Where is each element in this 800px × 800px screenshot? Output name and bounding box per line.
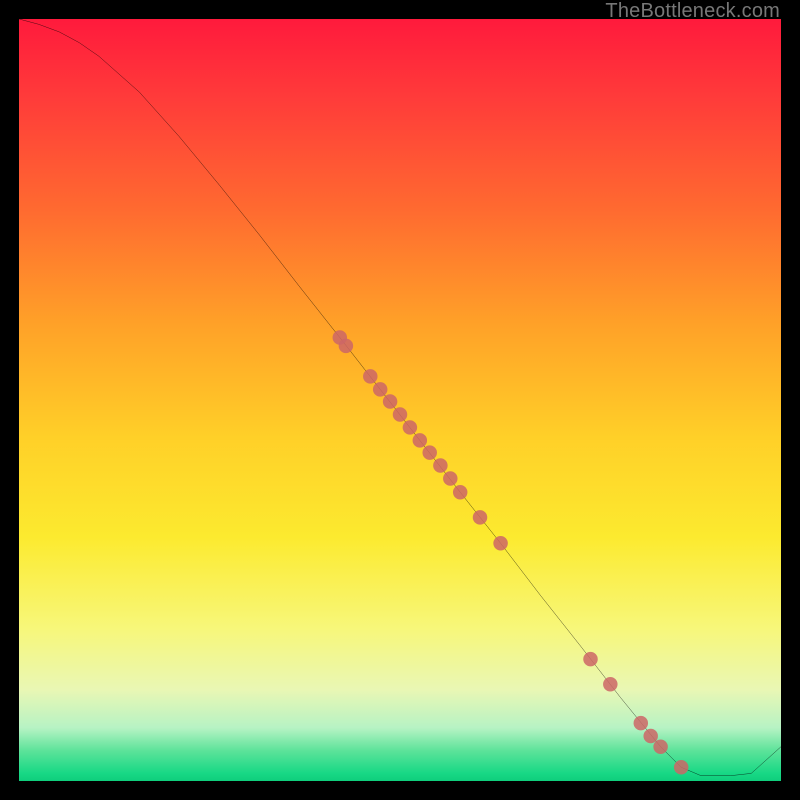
curve-marker [634, 716, 648, 730]
curve-marker [339, 339, 353, 353]
curve-marker [453, 485, 467, 499]
curve-marker [413, 433, 427, 447]
curve-marker [403, 420, 417, 434]
chart-svg [19, 19, 781, 781]
curve-marker [422, 445, 436, 459]
curve-line [19, 19, 781, 776]
curve-marker [443, 471, 457, 485]
curve-marker [603, 677, 617, 691]
plot-area [19, 19, 781, 781]
curve-marker [674, 760, 688, 774]
watermark-text: TheBottleneck.com [605, 0, 780, 23]
curve-marker [653, 739, 667, 753]
curve-marker [433, 458, 447, 472]
curve-markers [333, 330, 689, 774]
curve-marker [363, 369, 377, 383]
curve-marker [493, 536, 507, 550]
curve-marker [373, 382, 387, 396]
curve-marker [383, 394, 397, 408]
curve-marker [393, 407, 407, 421]
curve-marker [473, 510, 487, 524]
chart-stage: TheBottleneck.com [0, 0, 800, 800]
curve-marker [643, 729, 657, 743]
curve-marker [583, 652, 597, 666]
